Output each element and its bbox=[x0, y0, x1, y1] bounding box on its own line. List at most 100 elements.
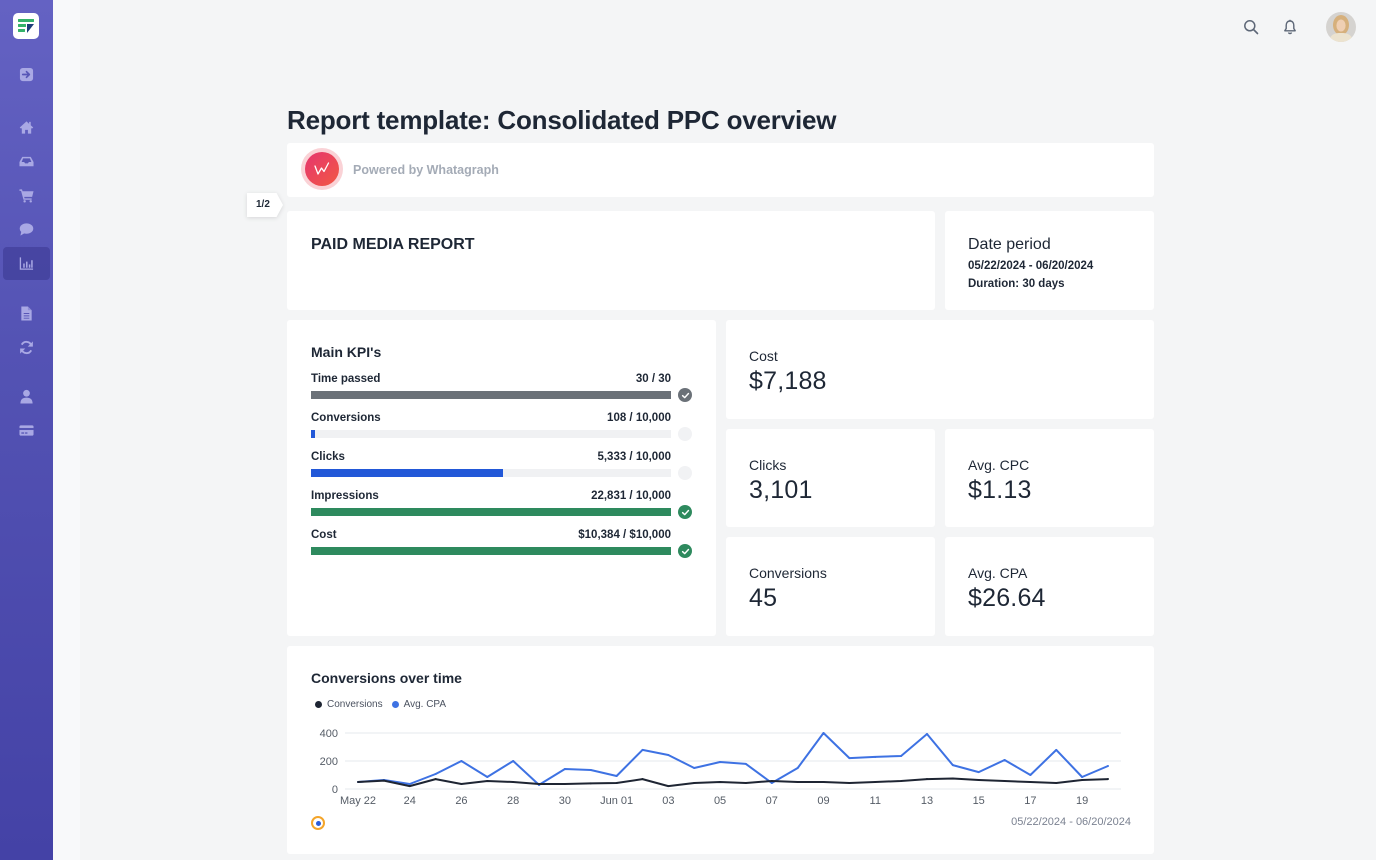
metric-label: Conversions bbox=[749, 565, 827, 581]
kpi-title: Main KPI's bbox=[311, 344, 382, 360]
chart-legend: Conversions Avg. CPA bbox=[315, 699, 455, 710]
data-point-avg-cpa bbox=[900, 754, 903, 757]
sidebar-item-account[interactable] bbox=[3, 380, 50, 413]
whatagraph-logo[interactable] bbox=[13, 13, 39, 39]
metric-label: Clicks bbox=[749, 457, 787, 473]
data-point-avg-cpa bbox=[615, 774, 618, 777]
x-tick-label: 24 bbox=[404, 795, 416, 807]
search-button[interactable] bbox=[1243, 19, 1259, 35]
search-icon bbox=[1244, 20, 1259, 35]
report-title: PAID MEDIA REPORT bbox=[311, 236, 475, 253]
data-point-avg-cpa bbox=[822, 732, 825, 734]
check-icon bbox=[681, 509, 689, 515]
data-point-conversions bbox=[900, 780, 903, 783]
data-point-avg-cpa bbox=[719, 760, 722, 763]
sidebar-item-billing[interactable] bbox=[3, 414, 50, 447]
metric-value: $7,188 bbox=[749, 367, 827, 395]
kpi-status-check-icon bbox=[678, 388, 692, 402]
x-tick-label: 19 bbox=[1076, 795, 1088, 807]
conversions-over-time-card: Conversions over time Conversions Avg. C… bbox=[287, 646, 1154, 854]
kpi-value: 22,831 / 10,000 bbox=[591, 490, 671, 502]
data-point-avg-cpa bbox=[563, 767, 566, 770]
data-point-avg-cpa bbox=[693, 767, 696, 769]
x-tick-label: 03 bbox=[662, 795, 674, 807]
data-point-avg-cpa bbox=[641, 748, 644, 751]
avatar-image bbox=[1326, 12, 1356, 42]
data-point-avg-cpa bbox=[848, 757, 851, 760]
pulse-w-icon bbox=[314, 162, 330, 175]
data-point-avg-cpa bbox=[796, 767, 799, 769]
report-title-card: PAID MEDIA REPORT bbox=[287, 211, 935, 310]
kpi-progress-fill bbox=[311, 508, 671, 516]
y-tick-label: 0 bbox=[332, 784, 338, 796]
x-tick-label: 11 bbox=[870, 795, 881, 807]
metric-value: $1.13 bbox=[968, 476, 1032, 504]
data-point-avg-cpa bbox=[434, 773, 437, 776]
page-indicator-label: 1/2 bbox=[247, 193, 283, 217]
user-avatar[interactable] bbox=[1326, 12, 1356, 42]
legend-item-conversions[interactable]: Conversions bbox=[315, 699, 383, 710]
data-point-conversions bbox=[796, 781, 799, 783]
legend-label: Avg. CPA bbox=[403, 699, 447, 710]
data-point-avg-cpa bbox=[1055, 748, 1058, 751]
x-tick-label: 30 bbox=[559, 795, 571, 807]
x-tick-label: May 22 bbox=[340, 795, 376, 807]
x-tick-label: 15 bbox=[973, 795, 985, 807]
notifications-button[interactable] bbox=[1282, 19, 1298, 35]
page-indicator[interactable]: 1/2 bbox=[246, 193, 284, 219]
data-point-avg-cpa bbox=[1081, 775, 1084, 778]
data-point-avg-cpa bbox=[977, 771, 980, 774]
metric-card-cost: Cost $7,188 bbox=[726, 320, 1154, 419]
y-tick-label: 400 bbox=[320, 728, 338, 740]
data-point-conversions bbox=[589, 782, 592, 785]
data-point-conversions bbox=[1055, 781, 1058, 784]
kpi-status-pending-icon bbox=[678, 427, 692, 441]
kpi-progress-track bbox=[311, 469, 671, 477]
sidebar-item-documents[interactable] bbox=[3, 297, 50, 330]
bell-icon bbox=[1284, 19, 1296, 35]
data-point-avg-cpa bbox=[1107, 765, 1109, 768]
data-point-conversions bbox=[667, 785, 670, 788]
data-point-conversions bbox=[434, 778, 437, 781]
kpi-row-impressions: Impressions 22,831 / 10,000 bbox=[311, 490, 701, 524]
data-point-conversions bbox=[460, 782, 463, 785]
sidebar-item-reports[interactable] bbox=[3, 247, 50, 280]
powered-by-text: Powered by Whatagraph bbox=[353, 163, 499, 177]
kpi-status-check-icon bbox=[678, 505, 692, 519]
data-point-avg-cpa bbox=[744, 762, 747, 765]
date-period-range: 05/22/2024 - 06/20/2024 bbox=[968, 260, 1094, 272]
data-point-avg-cpa bbox=[925, 732, 928, 735]
chart-date-range: 05/22/2024 - 06/20/2024 bbox=[1011, 816, 1131, 828]
data-point-conversions bbox=[563, 782, 566, 785]
legend-item-avg-cpa[interactable]: Avg. CPA bbox=[391, 699, 447, 710]
kpi-value: 108 / 10,000 bbox=[607, 412, 671, 424]
kpi-progress-fill bbox=[311, 391, 671, 399]
whatagraph-brand-logo bbox=[305, 152, 339, 186]
kpi-progress-track bbox=[311, 547, 671, 555]
sidebar-item-messages[interactable] bbox=[3, 213, 50, 246]
sidebar-item-cart[interactable] bbox=[3, 179, 50, 212]
sidebar-item-go[interactable] bbox=[3, 58, 50, 91]
sidebar-item-inbox[interactable] bbox=[3, 145, 50, 178]
data-point-conversions bbox=[977, 779, 980, 782]
data-point-avg-cpa bbox=[589, 768, 592, 771]
x-tick-label: 26 bbox=[455, 795, 467, 807]
data-point-conversions bbox=[486, 780, 489, 783]
sidebar-item-home[interactable] bbox=[3, 111, 50, 144]
sidebar-item-sync[interactable] bbox=[3, 331, 50, 364]
data-point-conversions bbox=[615, 781, 618, 784]
content-gutter bbox=[53, 0, 80, 860]
data-point-conversions bbox=[1029, 781, 1032, 783]
date-range-picker-icon[interactable] bbox=[311, 816, 325, 830]
check-icon bbox=[681, 392, 689, 398]
metric-card-avg-cpa: Avg. CPA $26.64 bbox=[945, 537, 1154, 636]
kpi-status-check-icon bbox=[678, 544, 692, 558]
kpi-row-cost: Cost $10,384 / $10,000 bbox=[311, 529, 701, 563]
data-point-avg-cpa bbox=[1029, 774, 1032, 776]
line-chart: 0 200 400 May 22 24 26 28 30 Jun 01 03 05 07 09 11 13 1… bbox=[320, 728, 1121, 807]
date-period-card: Date period 05/22/2024 - 06/20/2024 Dura… bbox=[945, 211, 1154, 310]
refresh-icon bbox=[20, 340, 33, 355]
kpi-label: Time passed bbox=[311, 373, 381, 385]
credit-card-icon bbox=[19, 425, 34, 436]
x-tick-label: 17 bbox=[1024, 795, 1036, 807]
